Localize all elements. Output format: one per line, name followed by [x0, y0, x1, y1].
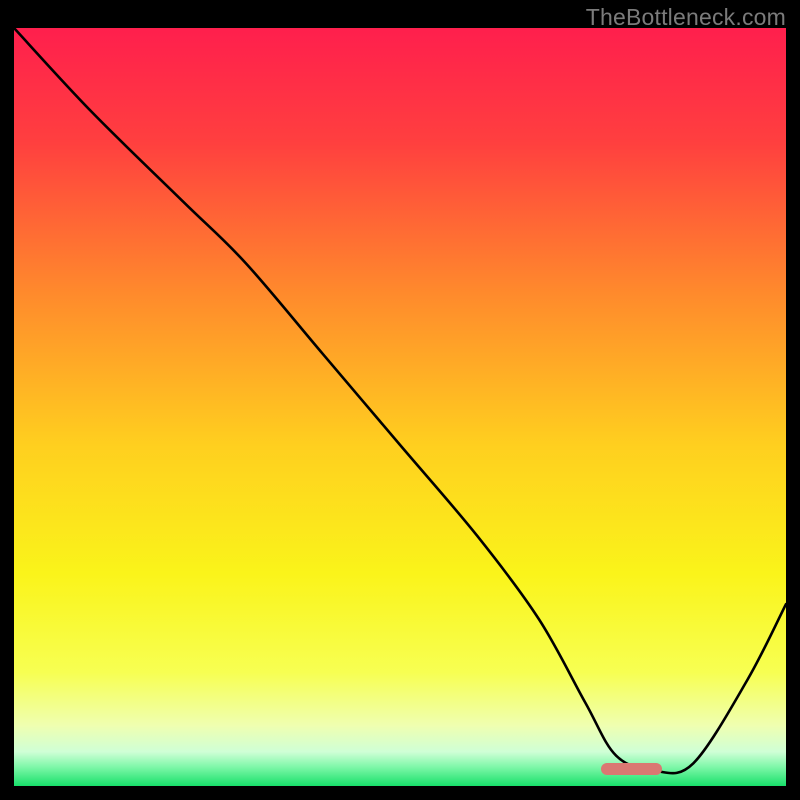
chart-frame	[10, 28, 790, 790]
optimal-range-marker	[601, 763, 663, 775]
plot-area	[14, 28, 786, 786]
watermark-text: TheBottleneck.com	[586, 4, 786, 31]
bottleneck-curve	[14, 28, 786, 786]
